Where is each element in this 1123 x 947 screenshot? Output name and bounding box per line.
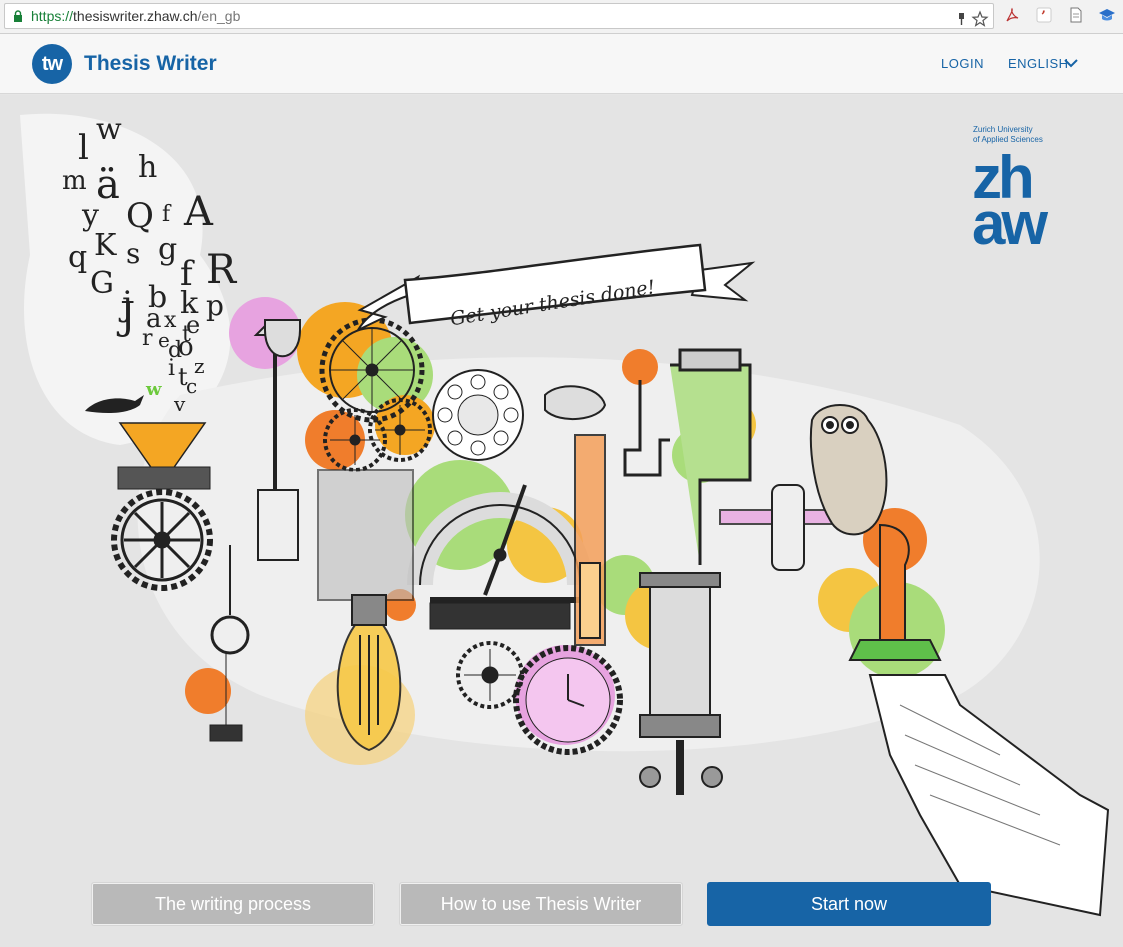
language-label: ENGLISH <box>1008 56 1069 71</box>
svg-text:Q: Q <box>126 196 154 236</box>
machine-illustration: w Get your thesis done! l w m ä h y Q f … <box>20 112 1110 917</box>
address-bar[interactable]: https://thesiswriter.zhaw.ch/en_gb <box>4 3 994 29</box>
tw-logo[interactable]: tw <box>32 44 72 84</box>
site-header: tw Thesis Writer LOGIN ENGLISH <box>0 34 1123 94</box>
svg-text:o: o <box>178 332 194 362</box>
svg-text:l: l <box>78 128 89 168</box>
lock-icon <box>14 10 22 22</box>
svg-text:w: w <box>145 379 162 400</box>
zhaw-logo[interactable]: zh aw <box>972 148 1048 257</box>
svg-text:i: i <box>168 356 175 381</box>
svg-text:w: w <box>96 112 122 147</box>
quote-icon[interactable]: ’ <box>1035 6 1053 24</box>
brand-name[interactable]: Thesis Writer <box>84 52 217 76</box>
svg-text:R: R <box>206 247 238 293</box>
chevron-down-icon <box>1064 59 1078 68</box>
url-text: https://thesiswriter.zhaw.ch/en_gb <box>31 8 241 24</box>
svg-text:h: h <box>138 150 157 185</box>
page-icon[interactable] <box>1067 6 1085 24</box>
svg-text:v: v <box>173 392 186 416</box>
svg-text:s: s <box>126 237 140 270</box>
start-now-button[interactable]: Start now <box>707 882 991 926</box>
login-link[interactable]: LOGIN <box>941 56 984 71</box>
pdf-icon[interactable] <box>1003 6 1021 24</box>
writing-process-button[interactable]: The writing process <box>91 882 375 926</box>
svg-text:p: p <box>206 289 224 322</box>
language-selector[interactable]: ENGLISH <box>1008 56 1078 71</box>
svg-text:ä: ä <box>96 162 120 208</box>
partner-caption-line-1: Zurich University <box>973 125 1033 134</box>
svg-text:g: g <box>158 232 177 267</box>
svg-text:c: c <box>186 374 197 398</box>
graduation-cap-icon[interactable] <box>1098 6 1116 24</box>
svg-text:q: q <box>68 240 87 275</box>
how-to-use-button[interactable]: How to use Thesis Writer <box>399 882 683 926</box>
hero-illustration: w Get your thesis done! l w m ä h y Q f … <box>0 95 1123 947</box>
star-icon[interactable] <box>971 10 989 28</box>
partner-caption: Zurich University of Applied Sciences <box>973 125 1043 145</box>
banner-ribbon: Get your thesis done! <box>355 243 756 333</box>
zhaw-logo-line-2: aw <box>972 190 1048 257</box>
svg-text:m: m <box>62 166 87 196</box>
svg-text:r: r <box>142 326 153 351</box>
svg-text:A: A <box>183 189 214 235</box>
browser-toolbar: https://thesiswriter.zhaw.ch/en_gb ’ <box>0 0 1123 34</box>
svg-text:G: G <box>90 266 114 301</box>
svg-text:K: K <box>94 228 117 263</box>
key-icon[interactable] <box>953 10 971 28</box>
svg-text:’: ’ <box>1041 9 1046 24</box>
